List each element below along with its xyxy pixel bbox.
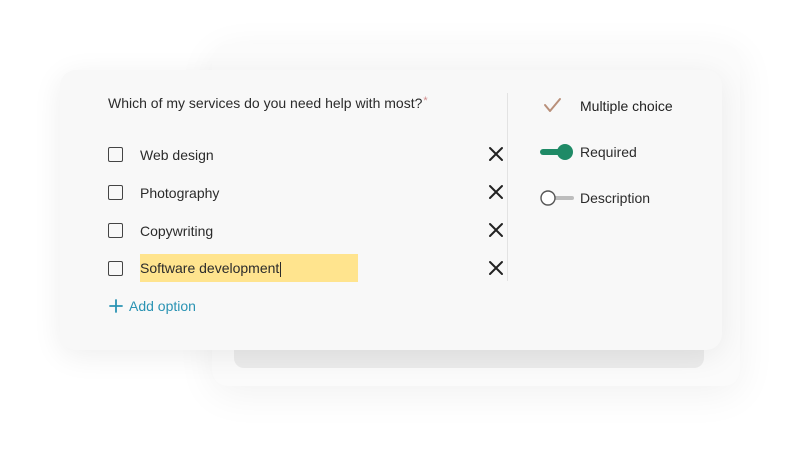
option-label-input[interactable]: Software development [140, 254, 358, 282]
option-checkbox[interactable] [108, 185, 123, 200]
question-text: Which of my services do you need help wi… [108, 95, 423, 111]
text-caret [280, 261, 282, 277]
toggle-on-icon[interactable] [540, 142, 576, 162]
option-checkbox[interactable] [108, 147, 123, 162]
option-label[interactable]: Copywriting [140, 217, 213, 245]
toggle-off-icon[interactable] [540, 188, 576, 208]
option-checkbox[interactable] [108, 261, 123, 276]
option-label[interactable]: Web design [140, 141, 214, 169]
checkmark-icon [544, 98, 561, 112]
remove-option-close-icon[interactable] [488, 184, 504, 200]
setting-label: Description [580, 190, 651, 206]
option-checkbox[interactable] [108, 223, 123, 238]
add-option-label: Add option [129, 298, 196, 314]
remove-option-close-icon[interactable] [488, 146, 504, 162]
option-label-text: Software development [140, 260, 280, 276]
setting-label: Multiple choice [580, 98, 673, 114]
plus-icon [109, 299, 123, 313]
remove-option-close-icon[interactable] [488, 222, 504, 238]
remove-option-close-icon[interactable] [488, 260, 504, 276]
option-row: Web design [108, 141, 503, 169]
option-row: Copywriting [108, 217, 503, 245]
option-row: Software development [108, 254, 503, 283]
setting-label: Required [580, 144, 637, 160]
add-option-button[interactable]: Add option [109, 296, 196, 316]
panel-divider [507, 93, 508, 281]
question-title[interactable]: Which of my services do you need help wi… [108, 95, 428, 111]
required-asterisk: * [423, 95, 428, 107]
question-editor-card: Which of my services do you need help wi… [60, 70, 722, 350]
option-label[interactable]: Photography [140, 179, 219, 207]
option-row: Photography [108, 179, 503, 207]
